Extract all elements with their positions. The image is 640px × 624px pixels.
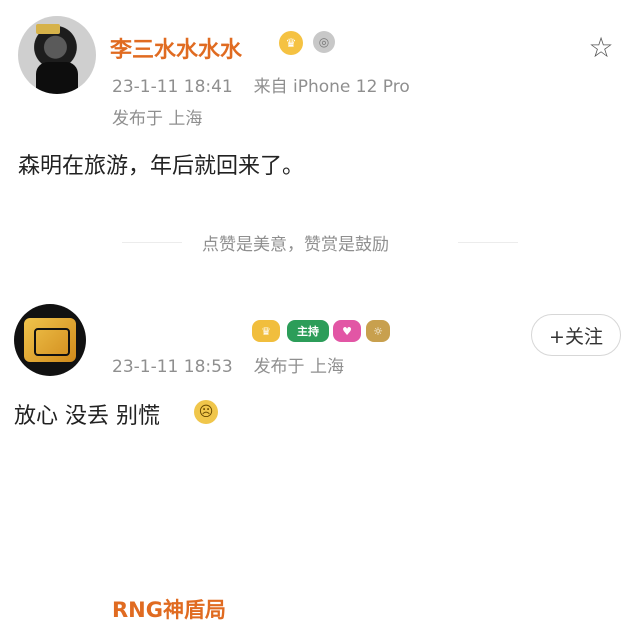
star-icon[interactable]: ☆ [587,34,615,62]
post-card: 李三水水水水 ♛ ◎ 23-1-11 18:41 来自 iPhone 12 Pr… [0,0,640,280]
location: 发布于 上海 [112,109,203,129]
reward-text: 点赞是美意，赞赏是鼓励 [202,235,389,255]
post-content: 放心 没丢 别慌 [14,404,160,429]
lion-badge-icon: ☼ [366,320,390,342]
source: 来自 iPhone 12 Pro [253,77,410,97]
divider-line-left [122,242,182,243]
heart-badge-icon: ♥ [333,320,361,342]
reward-divider: 点赞是美意，赞赏是鼓励 [0,230,640,255]
author-name[interactable]: 李三水水水水 [110,32,242,64]
avatar[interactable] [18,16,96,94]
badge-icon [36,24,60,34]
avatar[interactable]: V [14,304,86,376]
location: 发布于 上海 [253,357,344,377]
medal-icon: ◎ [313,31,335,53]
crown-icon: ♛ [279,31,303,55]
author-name[interactable]: RNG神盾局 [112,594,226,624]
timestamp: 23-1-11 18:41 [112,77,233,97]
post-card: V RNG神盾局 ♛ 主持 ♥ ☼ +关注 23-1-11 18:53 发布于 … [0,282,640,622]
verified-icon: V [72,362,86,376]
timestamp: 23-1-11 18:53 [112,357,233,377]
follow-button[interactable]: +关注 [531,314,621,356]
divider-line-right [458,242,518,243]
avatar-body [36,62,78,94]
post-meta: 23-1-11 18:41 来自 iPhone 12 Pro [112,72,410,97]
host-badge: 主持 [287,320,329,342]
crown-badge-icon: ♛ [252,320,280,342]
post-meta: 23-1-11 18:53 发布于 上海 [112,352,344,377]
rng-logo-icon [24,318,76,362]
post-content: 森明在旅游，年后就回来了。 [18,154,305,179]
worried-face-icon: ☹ [194,400,218,424]
